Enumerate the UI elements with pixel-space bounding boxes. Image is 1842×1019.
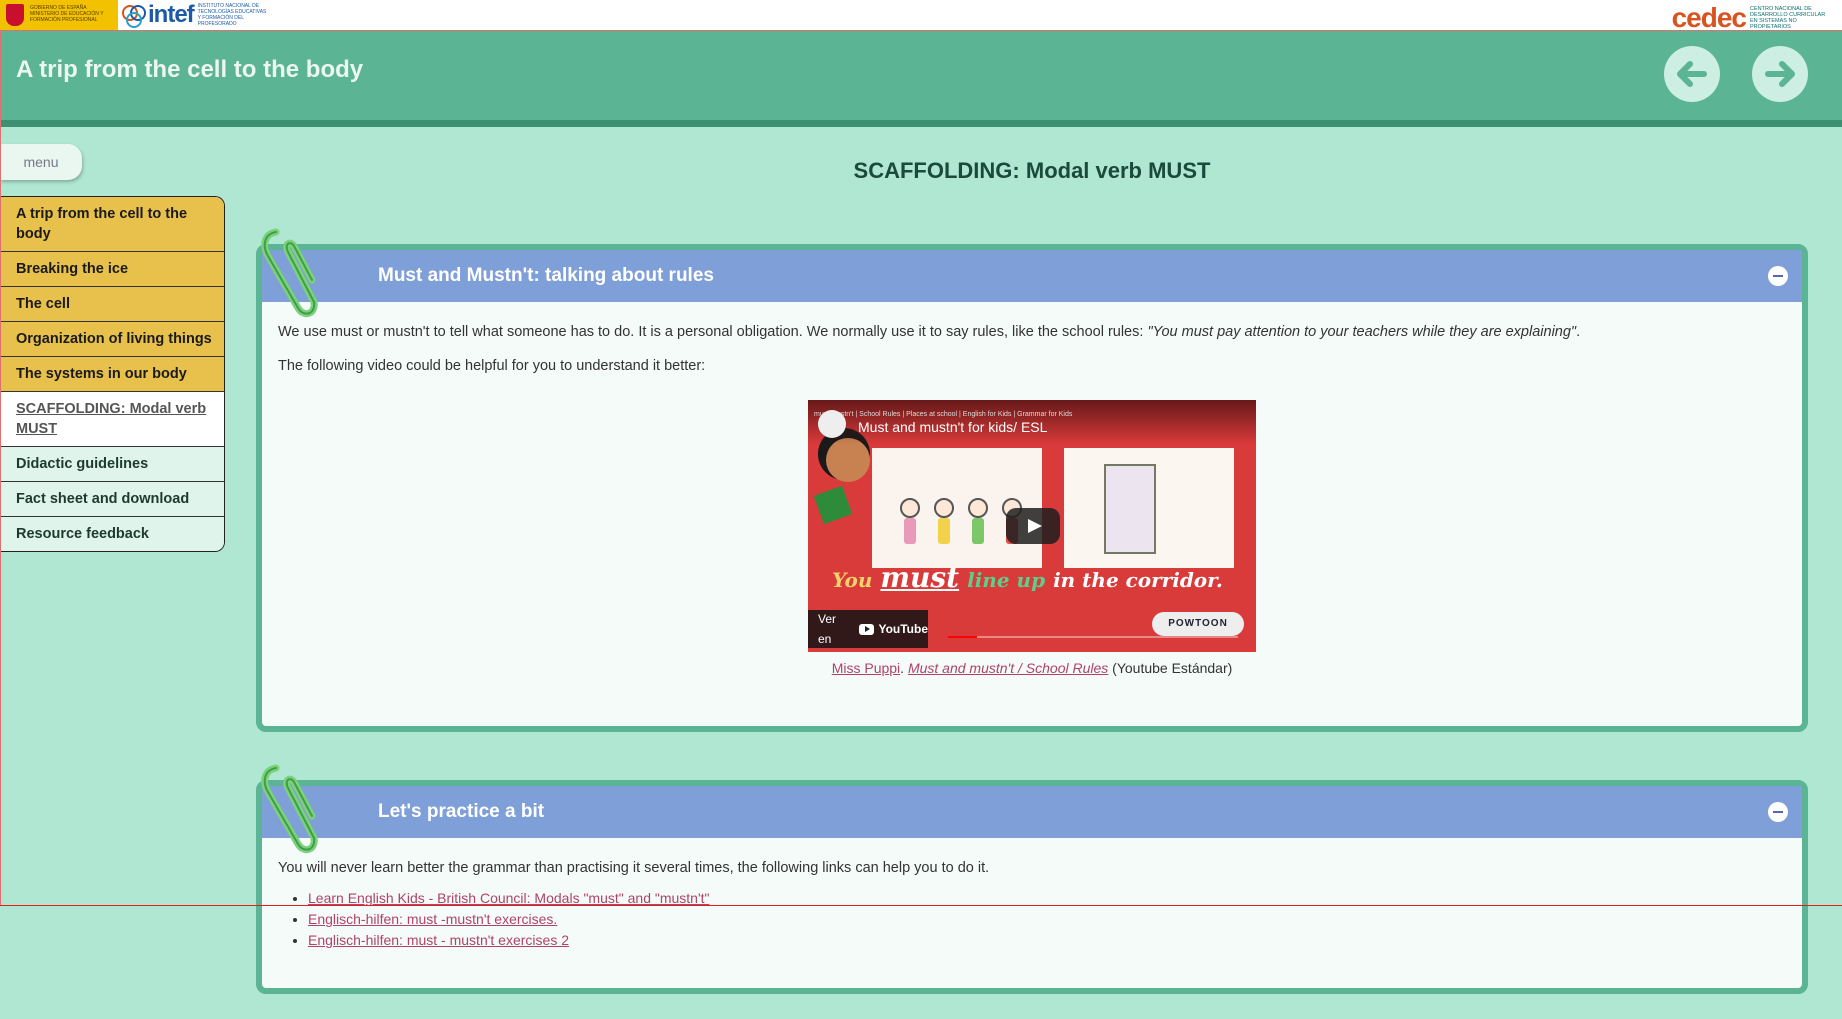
intef-rings-icon (122, 3, 146, 28)
sidebar-nav: A trip from the cell to the body Breakin… (0, 196, 225, 552)
credit-license: (Youtube Estándar) (1108, 660, 1233, 676)
sidebar-item-breaking-the-ice[interactable]: Breaking the ice (0, 252, 224, 287)
selection-outline-top (0, 30, 1842, 31)
channel-avatar[interactable] (818, 410, 846, 438)
sidebar-item-the-cell[interactable]: The cell (0, 287, 224, 322)
sidebar-item-fact-sheet[interactable]: Fact sheet and download (0, 482, 224, 517)
site-header: A trip from the cell to the body (0, 30, 1842, 120)
sidebar-item-organization[interactable]: Organization of living things (0, 322, 224, 357)
list-item: Englisch-hilfen: must - mustn't exercise… (308, 930, 1786, 951)
list-item: Englisch-hilfen: must -mustn't exercises… (308, 909, 1786, 930)
intro-end: . (1576, 324, 1581, 340)
logo-strip: GOBIERNO DE ESPAÑA MINISTERIO DE EDUCACI… (0, 0, 1842, 33)
paragraph-intro: We use must or mustn't to tell what some… (278, 322, 1786, 342)
collapse-minus-icon[interactable] (1768, 266, 1788, 286)
paperclip-icon (261, 228, 318, 318)
caption-must: must (880, 561, 960, 594)
box-body: We use must or mustn't to tell what some… (262, 302, 1802, 698)
video-progress-bar[interactable] (948, 636, 1238, 638)
kid-figure-icon (900, 498, 920, 518)
video-title[interactable]: Must and mustn't for kids/ ESL (858, 417, 1047, 437)
video-subtitle: You must line up in the corridor. (832, 564, 1223, 592)
government-logo-text: GOBIERNO DE ESPAÑA MINISTERIO DE EDUCACI… (30, 5, 104, 23)
englisch-hilfen-link-2[interactable]: Englisch-hilfen: must - mustn't exercise… (308, 932, 569, 948)
video-progress-fill (948, 636, 977, 638)
video-source-link[interactable]: Must and mustn't / School Rules (908, 660, 1108, 676)
englisch-hilfen-link-1[interactable]: Englisch-hilfen: must -mustn't exercises… (308, 911, 557, 927)
practice-intro: You will never learn better the grammar … (278, 860, 990, 876)
page-title: SCAFFOLDING: Modal verb MUST (853, 158, 1211, 183)
kid-body (938, 518, 950, 544)
collapse-minus-icon[interactable] (1768, 802, 1788, 822)
site-title: A trip from the cell to the body (16, 56, 364, 83)
paperclip-icon (261, 764, 318, 854)
box-header: Must and Mustn't: talking about rules (261, 228, 1802, 318)
author-link[interactable]: Miss Puppi (832, 660, 900, 676)
video-panel-corridor (1064, 448, 1234, 568)
kid-body (972, 518, 984, 544)
practice-links: Learn English Kids - British Council: Mo… (278, 888, 1786, 951)
intef-name: intef (148, 1, 195, 28)
practice-box: Let's practice a bit You will never lear… (256, 764, 1808, 994)
intro-text: We use must or mustn't to tell what some… (278, 324, 1148, 340)
play-button-icon[interactable] (1006, 508, 1060, 544)
youtube-label: YouTube (878, 622, 928, 636)
box-header: Let's practice a bit (261, 764, 1802, 854)
must-mustnt-box: Must and Mustn't: talking about rules We… (256, 228, 1808, 732)
watch-on-youtube-button[interactable]: Ver en YouTube (808, 610, 928, 648)
credit-separator: . (900, 660, 908, 676)
arrow-right-icon (1765, 61, 1795, 87)
box-title: Must and Mustn't: talking about rules (378, 265, 714, 286)
paragraph-video-intro: The following video could be helpful for… (278, 358, 706, 374)
coat-of-arms-icon (6, 4, 24, 26)
intef-logo[interactable]: intef INSTITUTO NACIONAL DE TECNOLOGÍAS … (122, 1, 268, 28)
caption-lineup: line up (967, 568, 1046, 592)
kid-figure-icon (968, 498, 988, 518)
powtoon-badge: POWTOON (1152, 612, 1244, 636)
next-page-button[interactable] (1752, 46, 1808, 102)
sidebar-item-resource-feedback[interactable]: Resource feedback (0, 517, 224, 551)
caption-you: You (832, 568, 873, 592)
sidebar-item-didactic-guidelines[interactable]: Didactic guidelines (0, 447, 224, 482)
british-council-link[interactable]: Learn English Kids - British Council: Mo… (308, 890, 710, 906)
kid-figure-icon (934, 498, 954, 518)
sidebar-item-systems[interactable]: The systems in our body (0, 357, 224, 392)
sidebar-item-scaffolding[interactable]: SCAFFOLDING: Modal verb MUST (0, 392, 224, 447)
arrow-left-icon (1677, 61, 1707, 87)
door-icon (1104, 464, 1156, 554)
caption-rest: in the corridor. (1053, 568, 1223, 592)
menu-toggle-button[interactable]: menu (0, 144, 82, 180)
selection-outline-left (0, 30, 1, 905)
video-credit: Miss Puppi. Must and mustn't / School Ru… (278, 658, 1786, 678)
intef-subtitle: INSTITUTO NACIONAL DE TECNOLOGÍAS EDUCAT… (197, 3, 267, 27)
intro-quote: "You must pay attention to your teachers… (1147, 324, 1577, 340)
youtube-video-embed[interactable]: must/mustn't | School Rules | Places at … (808, 400, 1256, 652)
youtube-icon (858, 623, 875, 635)
previous-page-button[interactable] (1664, 46, 1720, 102)
kid-body (904, 518, 916, 544)
sidebar-item-trip[interactable]: A trip from the cell to the body (0, 197, 224, 252)
box-title: Let's practice a bit (378, 801, 545, 822)
selection-outline-bottom (0, 905, 1842, 906)
header-divider (0, 120, 1842, 127)
cedec-subtitle: CENTRO NACIONAL DE DESARROLLO CURRICULAR… (1750, 6, 1826, 30)
watch-on-label: Ver en (818, 612, 837, 646)
government-logo[interactable]: GOBIERNO DE ESPAÑA MINISTERIO DE EDUCACI… (0, 0, 118, 30)
